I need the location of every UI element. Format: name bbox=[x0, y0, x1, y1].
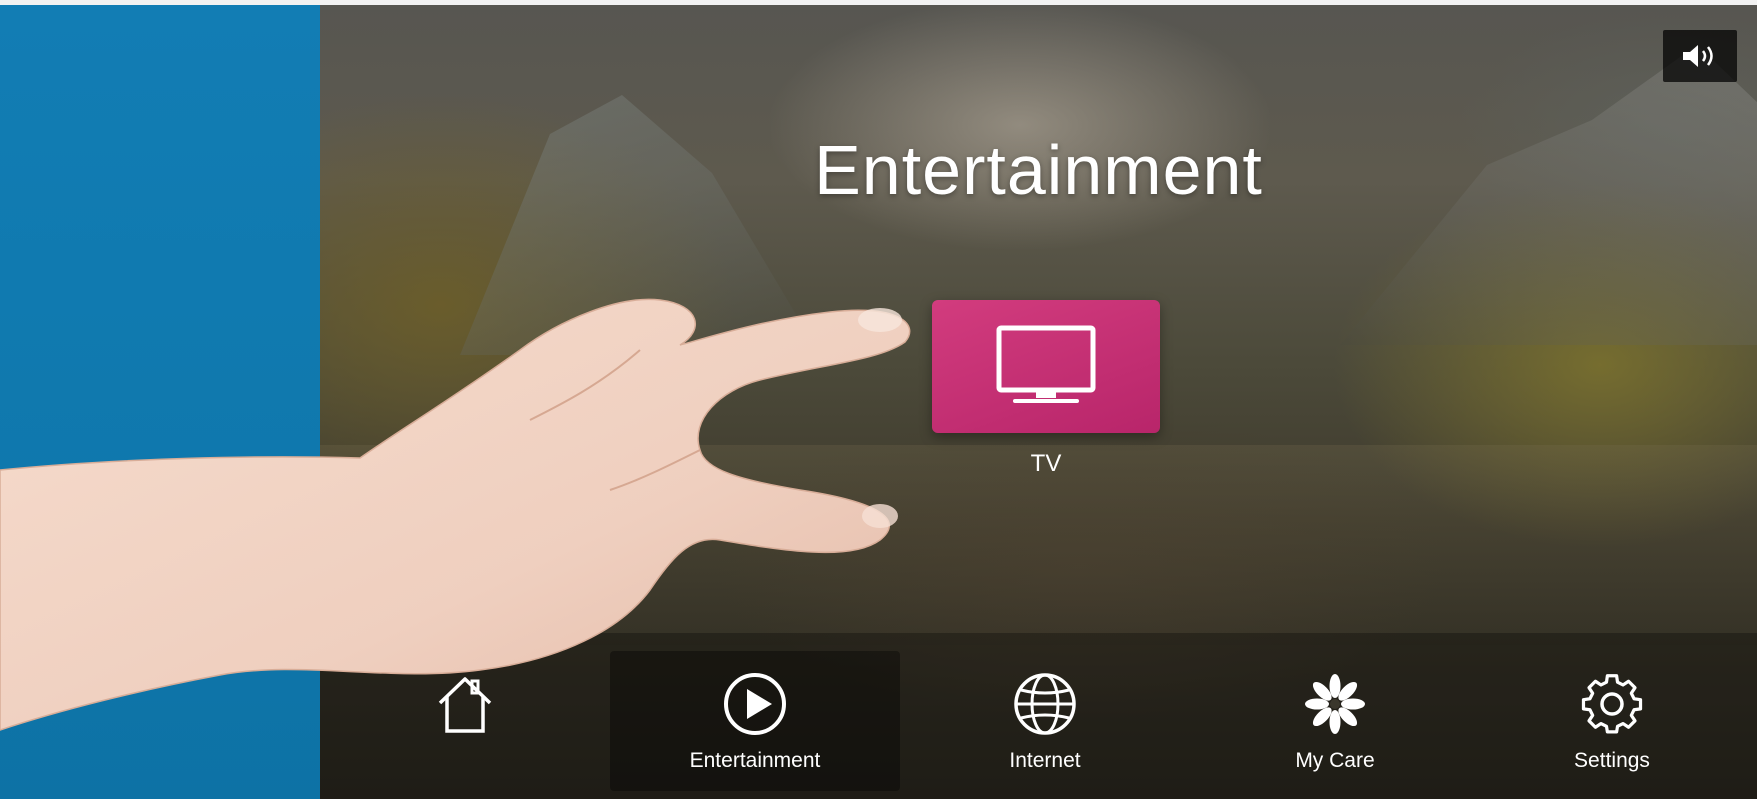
bottom-nav: Entertainment Internet My Care Settings bbox=[320, 633, 1757, 799]
tv-icon bbox=[996, 325, 1096, 403]
nav-internet-label: Internet bbox=[1009, 749, 1081, 772]
volume-button[interactable] bbox=[1663, 30, 1737, 82]
volume-icon bbox=[1683, 45, 1713, 67]
flower-icon bbox=[1300, 669, 1370, 739]
side-panel bbox=[0, 5, 320, 799]
nav-settings[interactable]: Settings bbox=[1467, 651, 1757, 791]
nav-entertainment[interactable]: Entertainment bbox=[610, 651, 900, 791]
gear-icon bbox=[1577, 669, 1647, 739]
nav-my-care[interactable]: My Care bbox=[1190, 651, 1480, 791]
page-title: Entertainment bbox=[814, 131, 1263, 209]
nav-my-care-label: My Care bbox=[1295, 749, 1375, 772]
nav-entertainment-label: Entertainment bbox=[689, 749, 821, 772]
home-icon bbox=[430, 669, 500, 739]
play-icon bbox=[720, 669, 790, 739]
kiosk-frame: Entertainment TV Entertainment Internet … bbox=[0, 0, 1757, 799]
globe-icon bbox=[1010, 669, 1080, 739]
nav-internet[interactable]: Internet bbox=[900, 651, 1190, 791]
nav-home[interactable] bbox=[320, 651, 610, 791]
tv-tile[interactable] bbox=[932, 300, 1160, 433]
nav-settings-label: Settings bbox=[1574, 749, 1650, 772]
entertainment-screen: Entertainment TV Entertainment Internet … bbox=[320, 5, 1757, 799]
tv-tile-label: TV bbox=[1030, 450, 1062, 477]
